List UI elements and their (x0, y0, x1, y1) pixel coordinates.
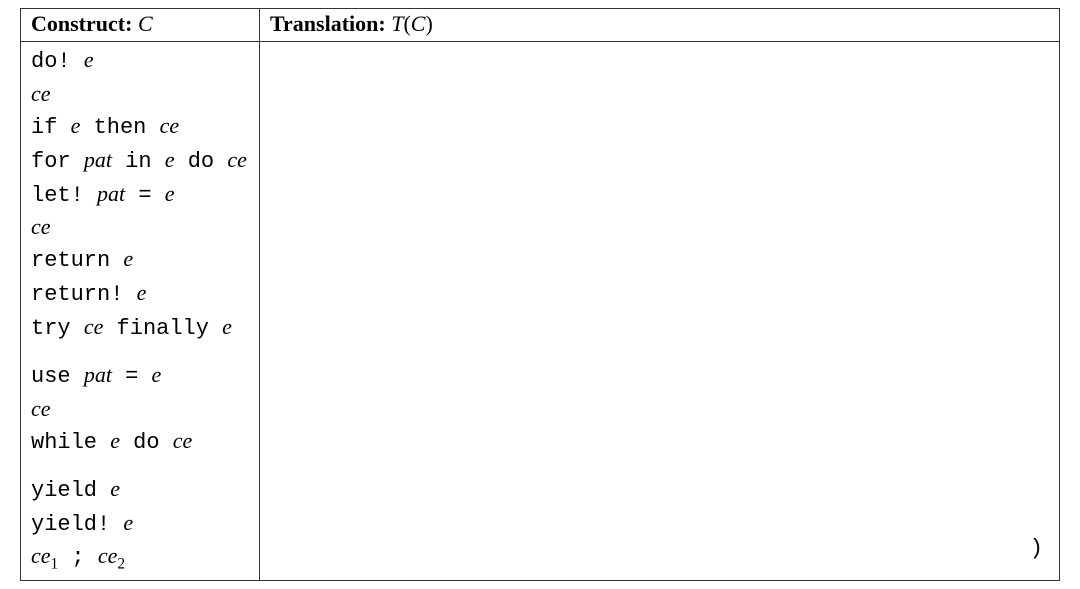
meta-var: ce (31, 81, 51, 106)
keyword-token: while (31, 430, 110, 455)
keyword-token: if (31, 115, 71, 140)
meta-var: pat (84, 147, 112, 172)
construct-line: ce (31, 78, 249, 110)
table-body-row: do! eceif e then cefor pat in e do celet… (21, 42, 1060, 581)
construct-column: do! eceif e then cefor pat in e do celet… (21, 42, 260, 581)
meta-var: pat (84, 362, 112, 387)
meta-var: e (123, 246, 133, 271)
blank-line (31, 345, 249, 359)
meta-var: e (84, 47, 94, 72)
keyword-token: return (31, 248, 123, 273)
construct-line: if e then ce (31, 110, 249, 144)
construct-line: yield! e (31, 507, 249, 541)
meta-var: e (123, 510, 133, 535)
translation-arg: C (411, 11, 426, 36)
subscript: 2 (117, 556, 125, 573)
keyword-token: do (120, 430, 173, 455)
table-header-row: Construct: C Translation: T(C) (21, 9, 1060, 42)
construct-line: for pat in e do ce (31, 144, 249, 178)
keyword-token: then (80, 115, 159, 140)
keyword-token: for (31, 149, 84, 174)
meta-var: ce (227, 147, 247, 172)
keyword-token: do (175, 149, 228, 174)
meta-var: ce (84, 314, 104, 339)
trailing-paren: ) (270, 536, 1049, 561)
meta-var: e (137, 280, 147, 305)
construct-line: do! e (31, 44, 249, 78)
keyword-token: yield (31, 478, 110, 503)
keyword-token: let! (31, 183, 97, 208)
meta-var: ce (31, 396, 51, 421)
meta-var: e (110, 428, 120, 453)
construct-line: ce1 ; ce2 (31, 540, 249, 576)
translation-column: ) (260, 42, 1060, 581)
meta-var: e (71, 113, 81, 138)
keyword-token: ; (58, 545, 98, 570)
construct-line: use pat = e (31, 359, 249, 393)
translation-fn: T (391, 11, 403, 36)
keyword-token: finally (103, 316, 222, 341)
translation-label: Translation (270, 11, 378, 36)
meta-var: e (110, 476, 120, 501)
blank-line (31, 459, 249, 473)
construct-translation-table: Construct: C Translation: T(C) do! eceif… (20, 8, 1060, 581)
keyword-token: in (112, 149, 165, 174)
keyword-token: = (125, 183, 165, 208)
keyword-token: return! (31, 282, 137, 307)
meta-var: ce (31, 214, 51, 239)
meta-var: pat (97, 181, 125, 206)
keyword-token: = (112, 364, 152, 389)
construct-line: ce (31, 211, 249, 243)
keyword-token: do! (31, 49, 84, 74)
construct-line: yield e (31, 473, 249, 507)
meta-var: ce (160, 113, 180, 138)
meta-var: e (152, 362, 162, 387)
keyword-token: try (31, 316, 84, 341)
meta-var: e (165, 147, 175, 172)
construct-line: let! pat = e (31, 178, 249, 212)
construct-line: try ce finally e (31, 311, 249, 345)
construct-line: while e do ce (31, 425, 249, 459)
keyword-token: yield! (31, 512, 123, 537)
construct-label: Construct (31, 11, 125, 36)
meta-var: e (165, 181, 175, 206)
meta-var: e (222, 314, 232, 339)
construct-line: return e (31, 243, 249, 277)
keyword-token: use (31, 364, 84, 389)
construct-line: return! e (31, 277, 249, 311)
meta-var: ce (173, 428, 193, 453)
construct-var: C (138, 11, 153, 36)
header-construct-cell: Construct: C (21, 9, 260, 42)
construct-line: ce (31, 393, 249, 425)
header-translation-cell: Translation: T(C) (260, 9, 1060, 42)
